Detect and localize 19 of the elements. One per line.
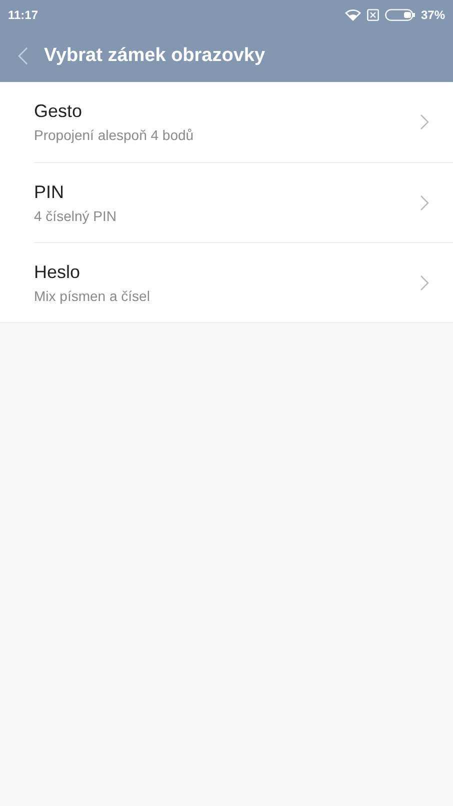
battery-percent: 37%: [420, 8, 445, 22]
wifi-icon: [344, 9, 361, 21]
battery-icon: [384, 9, 415, 21]
option-title: Heslo: [34, 262, 82, 282]
lock-option[interactable]: Gesto Propojení alespoň 4 bodů: [34, 82, 453, 162]
option-subtitle: Mix písmen a čísel: [34, 288, 151, 304]
chevron-right-icon: [420, 194, 429, 210]
screen-title: Vybrat zámek obrazovky: [44, 45, 266, 67]
back-icon[interactable]: [18, 47, 28, 65]
no-sim-icon: [366, 9, 379, 21]
lock-option[interactable]: PIN 4 číselný PIN: [34, 162, 453, 242]
status-time: 11:17: [8, 8, 38, 22]
chevron-right-icon: [420, 114, 429, 130]
option-subtitle: 4 číselný PIN: [34, 208, 118, 224]
option-title: Gesto: [34, 101, 84, 122]
option-title: PIN: [34, 182, 66, 202]
lock-option[interactable]: Heslo Mix písmen a čísel: [34, 242, 453, 322]
option-subtitle: Propojení alespoň 4 bodů: [34, 127, 195, 143]
chevron-right-icon: [420, 274, 429, 290]
